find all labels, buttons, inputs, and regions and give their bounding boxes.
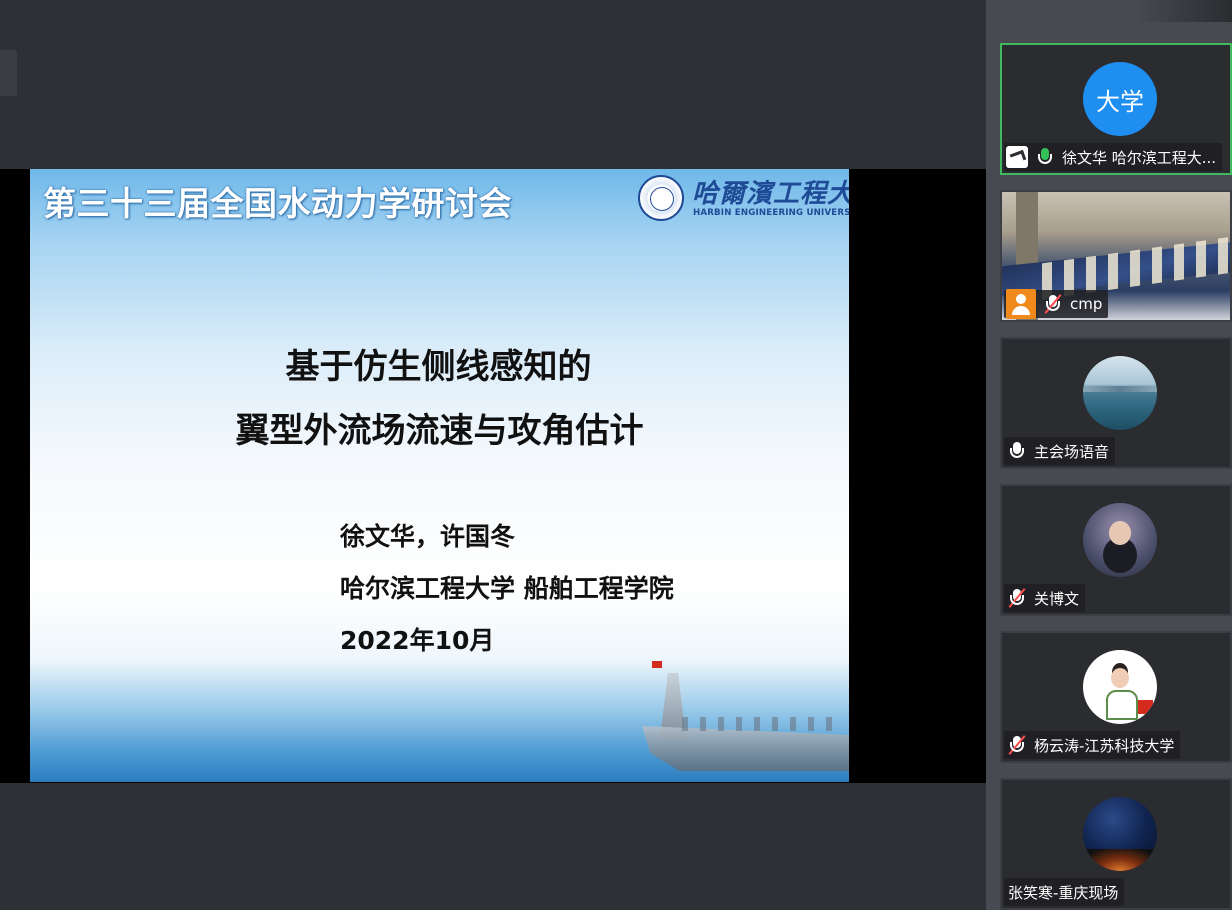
participant-tile[interactable]: 杨云涛-江苏科技大学 (1000, 631, 1232, 763)
participant-tile[interactable]: 关博文 (1000, 484, 1232, 616)
logo-english-text: HARBIN ENGINEERING UNIVERSITY (693, 208, 849, 218)
avatar (1083, 797, 1157, 871)
avatar (1083, 503, 1157, 577)
flag-icon (1137, 700, 1153, 714)
shared-slide: 第三十三届全国水动力学研讨会 哈爾濱工程大學 HARBIN ENGINEERIN… (30, 169, 849, 782)
talk-title-line-1: 基于仿生侧线感知的 (285, 347, 592, 387)
user-icon (1006, 289, 1036, 319)
participant-name: 关博文 (1034, 589, 1080, 608)
slide-authors: 徐文华，许国冬 (340, 522, 516, 551)
microphone-muted-icon[interactable] (1006, 734, 1028, 756)
participant-label: 关博文 (1004, 584, 1086, 612)
participant-name: 张笑寒-重庆现场 (1008, 883, 1119, 902)
participant-tile[interactable]: cmp (1000, 190, 1232, 322)
participant-name: 杨云涛-江苏科技大学 (1034, 736, 1175, 755)
slide-date: 2022年10月 (340, 626, 495, 655)
participant-label: 张笑寒-重庆现场 (1004, 878, 1125, 906)
participant-name: cmp (1070, 295, 1103, 313)
participant-tile[interactable]: 主会场语音 (1000, 337, 1232, 469)
participant-label: 徐文华 哈尔滨工程大... (1004, 143, 1223, 171)
avatar: 大学 (1083, 62, 1157, 136)
participant-rail[interactable]: 大学 徐文华 哈尔滨工程大... cmp 主会场语音 关博文 杨云涛-江苏科技大… (986, 0, 1232, 910)
participant-label: cmp (1004, 289, 1109, 319)
participant-label: 杨云涛-江苏科技大学 (1004, 731, 1181, 759)
university-logo: 哈爾濱工程大學 HARBIN ENGINEERING UNIVERSITY (638, 175, 849, 221)
participant-tile[interactable]: 大学 徐文华 哈尔滨工程大... (1000, 43, 1232, 175)
microphone-muted-icon[interactable] (1006, 587, 1028, 609)
collapse-handle[interactable] (0, 50, 17, 96)
talk-title-line-2: 翼型外流场流速与攻角估计 (235, 411, 644, 451)
flag-icon (652, 661, 662, 668)
participant-label: 主会场语音 (1004, 437, 1116, 465)
logo-chinese-text: 哈爾濱工程大學 (692, 179, 849, 209)
avatar (1083, 356, 1157, 430)
screen-share-icon (1006, 146, 1028, 168)
deck-aircraft (682, 717, 832, 731)
university-seal-icon (638, 175, 684, 221)
conference-title: 第三十三届全国水动力学研讨会 (43, 184, 512, 223)
participant-name: 徐文华 哈尔滨工程大... (1062, 148, 1217, 167)
participant-tile[interactable]: 张笑寒-重庆现场 (1000, 778, 1232, 910)
rail-header (986, 0, 1232, 22)
main-stage: 第三十三届全国水动力学研讨会 哈爾濱工程大學 HARBIN ENGINEERIN… (0, 0, 986, 910)
participant-name: 主会场语音 (1034, 442, 1110, 461)
microphone-icon[interactable] (1006, 440, 1028, 462)
slide-affiliation: 哈尔滨工程大学 船舶工程学院 (340, 574, 674, 603)
microphone-muted-icon[interactable] (1042, 293, 1064, 315)
microphone-active-icon[interactable] (1034, 146, 1056, 168)
aircraft-carrier-image (642, 659, 849, 782)
avatar (1083, 650, 1157, 724)
